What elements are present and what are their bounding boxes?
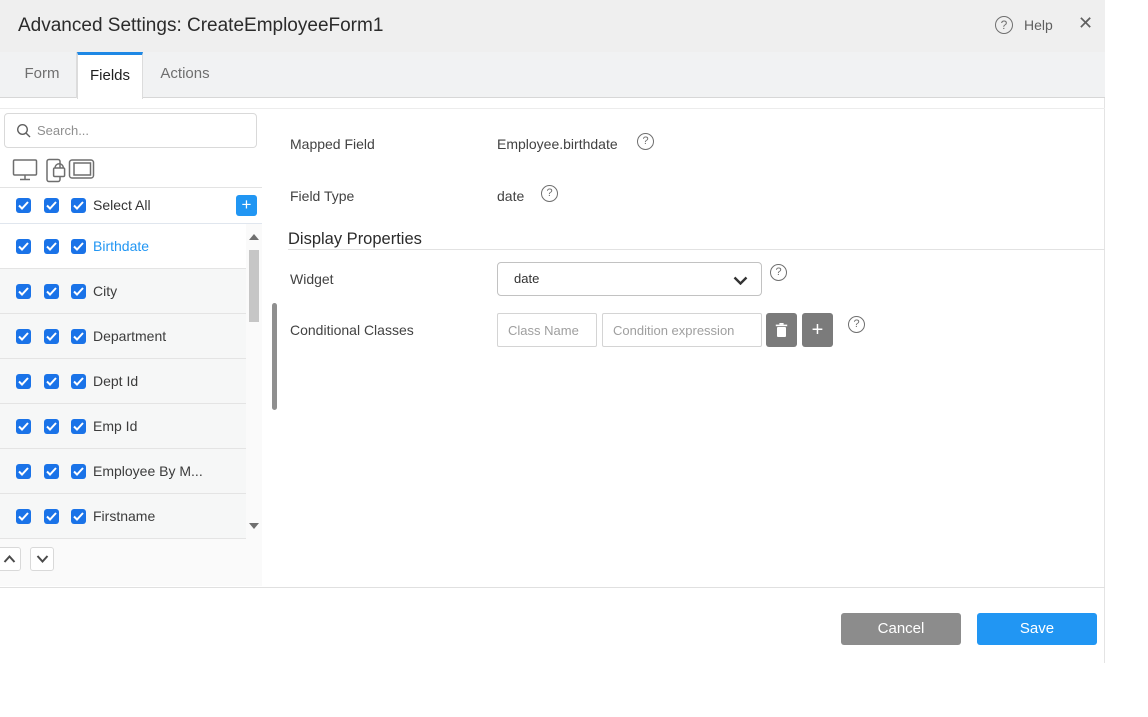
- field-label: Firstname: [93, 508, 155, 524]
- select-all-checkbox-tablet[interactable]: [71, 198, 86, 213]
- field-checkbox-mobile[interactable]: [44, 329, 59, 344]
- mapped-field-help-icon[interactable]: ?: [637, 133, 654, 150]
- save-button[interactable]: Save: [977, 613, 1097, 645]
- field-label: Department: [93, 328, 166, 344]
- field-list-item[interactable]: City: [0, 269, 246, 314]
- field-list-item[interactable]: Birthdate: [0, 224, 246, 269]
- field-label: Employee By M...: [93, 463, 203, 479]
- screen: Advanced Settings: CreateEmployeeForm1 ?…: [0, 0, 1148, 717]
- tab-actions[interactable]: Actions: [143, 52, 227, 98]
- conditional-classes-label: Conditional Classes: [290, 322, 414, 338]
- field-list-item[interactable]: Department: [0, 314, 246, 359]
- widget-select[interactable]: date: [497, 262, 762, 296]
- field-checkbox-desktop[interactable]: [16, 374, 31, 389]
- mapped-field-label: Mapped Field: [290, 136, 375, 152]
- field-list-scrollbar[interactable]: [246, 224, 262, 539]
- field-list-item[interactable]: Emp Id: [0, 404, 246, 449]
- scroll-up-icon[interactable]: [249, 234, 259, 240]
- field-checkbox-tablet[interactable]: [71, 329, 86, 344]
- advanced-settings-dialog: Advanced Settings: CreateEmployeeForm1 ?…: [0, 0, 1105, 663]
- display-properties-heading: Display Properties: [288, 230, 422, 249]
- field-checkbox-desktop[interactable]: [16, 509, 31, 524]
- content-divider: [0, 108, 1105, 109]
- field-label: Dept Id: [93, 373, 138, 389]
- sidebar-footer: [0, 539, 262, 586]
- field-checkbox-desktop[interactable]: [16, 329, 31, 344]
- field-list-item[interactable]: Firstname: [0, 494, 246, 539]
- field-label: Emp Id: [93, 418, 137, 434]
- field-checkbox-desktop[interactable]: [16, 464, 31, 479]
- field-checkbox-mobile[interactable]: [44, 464, 59, 479]
- dialog-header: Advanced Settings: CreateEmployeeForm1 ?…: [0, 0, 1105, 52]
- desktop-icon[interactable]: [12, 158, 38, 182]
- widget-help-icon[interactable]: ?: [770, 264, 787, 281]
- class-name-input[interactable]: [497, 313, 597, 347]
- chevron-up-icon: [3, 555, 16, 563]
- search-icon: [16, 123, 32, 139]
- tab-fields[interactable]: Fields: [77, 52, 143, 99]
- tablet-icon[interactable]: [68, 158, 95, 180]
- field-type-label: Field Type: [290, 188, 354, 204]
- close-icon[interactable]: ✕: [1078, 13, 1093, 34]
- panel-scrollbar-thumb[interactable]: [272, 303, 277, 410]
- scroll-down-icon[interactable]: [249, 523, 259, 529]
- tab-bar: Form Fields Actions: [0, 52, 1105, 98]
- field-list-item[interactable]: Dept Id: [0, 359, 246, 404]
- field-checkbox-tablet[interactable]: [71, 509, 86, 524]
- select-all-checkbox-desktop[interactable]: [16, 198, 31, 213]
- field-checkbox-tablet[interactable]: [71, 464, 86, 479]
- select-all-checkbox-mobile[interactable]: [44, 198, 59, 213]
- section-divider: [288, 249, 1105, 250]
- chevron-down-icon: [733, 276, 748, 285]
- device-icon-row: [0, 152, 262, 188]
- field-checkbox-tablet[interactable]: [71, 419, 86, 434]
- field-checkbox-mobile[interactable]: [44, 509, 59, 524]
- widget-label: Widget: [290, 271, 334, 287]
- field-list: Birthdate City: [0, 224, 246, 539]
- field-checkbox-mobile[interactable]: [44, 284, 59, 299]
- mapped-field-value: Employee.birthdate: [497, 136, 618, 152]
- footer-divider: [0, 587, 1105, 588]
- scrollbar-thumb[interactable]: [249, 250, 259, 322]
- field-checkbox-tablet[interactable]: [71, 374, 86, 389]
- move-field-up-button[interactable]: [0, 547, 21, 571]
- field-checkbox-desktop[interactable]: [16, 284, 31, 299]
- condition-expression-input[interactable]: [602, 313, 762, 347]
- field-checkbox-tablet[interactable]: [71, 239, 86, 254]
- field-checkbox-mobile[interactable]: [44, 239, 59, 254]
- search-input[interactable]: [37, 115, 252, 146]
- field-checkbox-tablet[interactable]: [71, 284, 86, 299]
- field-type-help-icon[interactable]: ?: [541, 185, 558, 202]
- delete-conditional-class-button[interactable]: [766, 313, 797, 347]
- field-checkbox-desktop[interactable]: [16, 419, 31, 434]
- select-all-row: Select All +: [0, 188, 262, 224]
- mobile-icon[interactable]: [44, 158, 68, 184]
- field-checkbox-desktop[interactable]: [16, 239, 31, 254]
- widget-selected-value: date: [514, 271, 539, 286]
- add-conditional-class-button[interactable]: +: [802, 313, 833, 347]
- cancel-button[interactable]: Cancel: [841, 613, 961, 645]
- select-all-label: Select All: [93, 197, 151, 213]
- tab-form[interactable]: Form: [8, 52, 77, 98]
- help-button[interactable]: Help: [1024, 17, 1053, 33]
- field-label: Birthdate: [93, 238, 149, 254]
- field-checkbox-mobile[interactable]: [44, 419, 59, 434]
- field-label: City: [93, 283, 117, 299]
- field-type-value: date: [497, 188, 524, 204]
- conditional-classes-help-icon[interactable]: ?: [848, 316, 865, 333]
- field-list-item[interactable]: Employee By M...: [0, 449, 246, 494]
- add-field-button[interactable]: +: [236, 195, 257, 216]
- dialog-title: Advanced Settings: CreateEmployeeForm1: [18, 0, 383, 52]
- field-checkbox-mobile[interactable]: [44, 374, 59, 389]
- move-field-down-button[interactable]: [30, 547, 54, 571]
- chevron-down-icon: [36, 555, 49, 563]
- field-search: [4, 113, 257, 148]
- trash-icon: [775, 323, 788, 338]
- help-icon[interactable]: ?: [995, 16, 1013, 34]
